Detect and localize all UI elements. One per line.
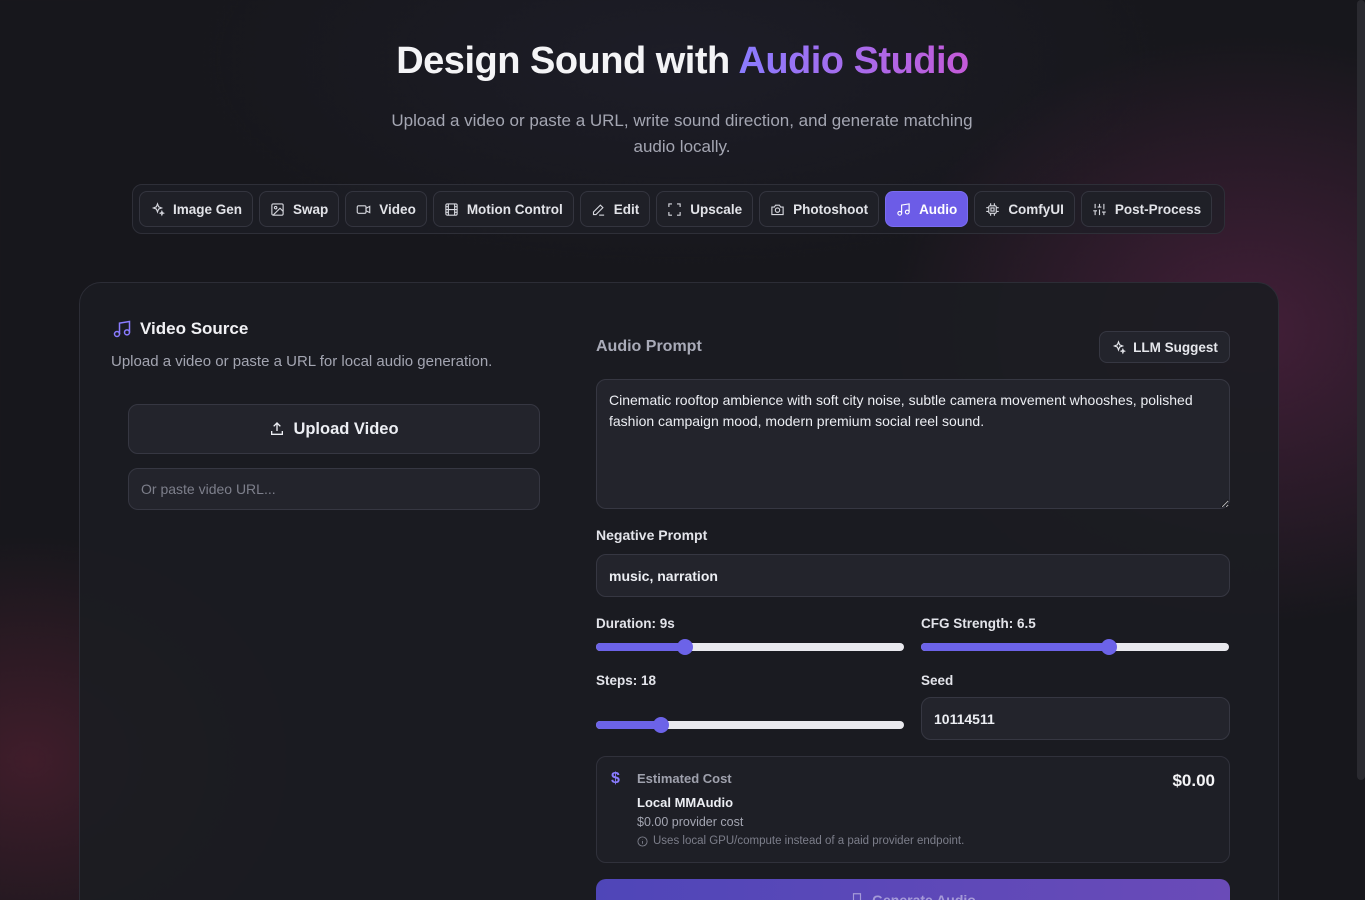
- negative-prompt-input[interactable]: [596, 554, 1230, 597]
- sliders-icon: [1093, 203, 1106, 215]
- page-title-prefix: Design Sound with: [396, 40, 739, 82]
- tab-video[interactable]: Video: [345, 191, 427, 227]
- video-url-input[interactable]: [128, 468, 540, 510]
- cost-amount: $0.00: [1172, 771, 1215, 790]
- tab-label: Video: [379, 201, 416, 217]
- cost-provider-cost: $0.00 provider cost: [637, 815, 744, 829]
- music-note-icon: [113, 320, 131, 338]
- tab-label: Swap: [293, 201, 329, 217]
- cfg-strength-slider[interactable]: [921, 639, 1229, 655]
- seed-input[interactable]: [921, 697, 1230, 740]
- tab-label: Audio: [919, 201, 958, 217]
- tab-upscale[interactable]: Upscale: [656, 191, 754, 227]
- tab-label: Post-Process: [1114, 201, 1202, 217]
- bookmark-icon: [853, 893, 862, 900]
- tab-label: Motion Control: [466, 201, 563, 217]
- tab-post-process[interactable]: Post-Process: [1080, 191, 1213, 227]
- tab-image-gen[interactable]: Image Gen: [139, 191, 254, 227]
- llm-suggest-button[interactable]: LLM Suggest: [1099, 331, 1230, 363]
- page-scrollbar[interactable]: [1357, 0, 1365, 780]
- tab-label: Upscale: [690, 201, 743, 217]
- page-subtitle: Upload a video or paste a URL, write sou…: [391, 111, 973, 156]
- negative-prompt-label: Negative Prompt: [596, 527, 708, 543]
- slider-thumb[interactable]: [1100, 639, 1117, 655]
- generate-audio-button[interactable]: Generate Audio: [596, 879, 1230, 900]
- tab-photoshoot[interactable]: Photoshoot: [759, 191, 880, 227]
- film-icon: [445, 202, 458, 216]
- audio-prompt-label: Audio Prompt: [596, 338, 702, 355]
- slider-fill: [596, 643, 686, 651]
- page-title-accent: Audio Studio: [738, 40, 969, 82]
- cost-note-text: Uses local GPU/compute instead of a paid…: [653, 835, 965, 847]
- tab-edit[interactable]: Edit: [579, 191, 651, 227]
- upload-icon: [271, 422, 284, 435]
- seed-label: Seed: [921, 673, 954, 688]
- duration-slider[interactable]: [596, 639, 904, 655]
- sparkles-icon: [151, 201, 165, 216]
- tab-comfyui[interactable]: ComfyUI: [974, 191, 1075, 227]
- video-source-title: Video Source: [140, 319, 249, 338]
- slider-fill: [921, 643, 1109, 651]
- camera-icon: [771, 204, 784, 215]
- upload-video-label: Upload Video: [293, 419, 399, 438]
- sparkles-icon: [1112, 339, 1127, 354]
- cost-provider: Local MMAudio: [637, 795, 734, 810]
- generate-audio-label: Generate Audio: [872, 892, 976, 900]
- duration-label: Duration: 9s: [596, 616, 675, 631]
- music-note-icon: [897, 202, 910, 216]
- upload-video-button[interactable]: Upload Video: [128, 404, 540, 454]
- video-source-heading: Video Source: [112, 319, 248, 339]
- tab-label: Image Gen: [173, 201, 243, 217]
- cost-note: Uses local GPU/compute instead of a paid…: [637, 835, 964, 847]
- video-camera-icon: [356, 204, 371, 214]
- audio-prompt-textarea[interactable]: [596, 379, 1230, 509]
- page-title: Design Sound with Audio Studio: [0, 40, 1365, 83]
- tab-label: ComfyUI: [1008, 201, 1064, 217]
- tab-label: Photoshoot: [793, 201, 869, 217]
- tab-label: Edit: [613, 201, 640, 217]
- video-source-description: Upload a video or paste a URL for local …: [111, 353, 493, 370]
- tab-motion-control[interactable]: Motion Control: [432, 191, 574, 227]
- info-icon: [637, 835, 648, 847]
- tab-audio[interactable]: Audio: [885, 191, 969, 227]
- tool-tabs: Image Gen Swap Video Motion Control Edit…: [132, 184, 1225, 234]
- dollar-icon: $: [611, 770, 620, 787]
- pencil-icon: [592, 203, 604, 216]
- expand-icon: [668, 202, 681, 216]
- steps-slider[interactable]: [596, 717, 904, 733]
- chip-icon: [986, 202, 1000, 216]
- llm-suggest-label: LLM Suggest: [1133, 339, 1218, 355]
- tab-swap[interactable]: Swap: [259, 191, 340, 227]
- image-icon: [271, 202, 284, 216]
- cost-title: Estimated Cost: [637, 771, 732, 786]
- slider-fill: [596, 721, 661, 729]
- slider-thumb[interactable]: [652, 717, 669, 733]
- cfg-strength-label: CFG Strength: 6.5: [921, 616, 1036, 631]
- steps-label: Steps: 18: [596, 673, 657, 688]
